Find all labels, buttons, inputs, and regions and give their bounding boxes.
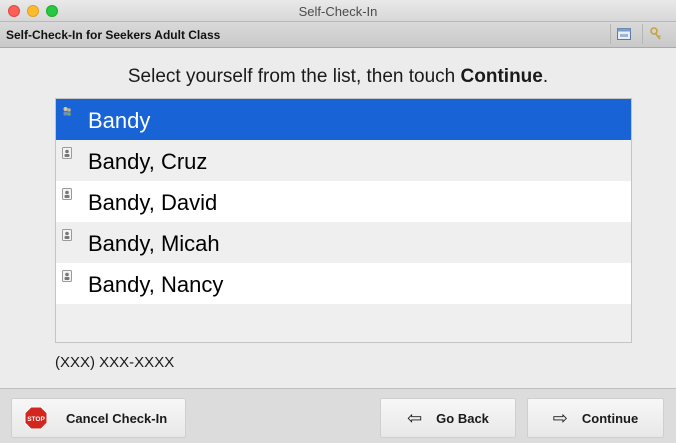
go-back-button[interactable]: ⇦ Go Back	[380, 398, 516, 438]
phone-number: (XXX) XXX-XXXX	[55, 354, 175, 371]
window-mode-button[interactable]	[610, 24, 636, 44]
person-icon	[62, 147, 72, 159]
page-title: Self-Check-In for Seekers Adult Class	[6, 28, 221, 42]
keys-button[interactable]	[642, 24, 668, 44]
cancel-check-in-button[interactable]: STOP Cancel Check-In	[11, 398, 186, 438]
stop-sign-text: STOP	[27, 416, 45, 423]
person-icon	[62, 188, 72, 200]
arrow-right-icon: ⇨	[552, 407, 568, 428]
list-item[interactable]: Bandy, Nancy	[56, 263, 631, 304]
footer-bar: STOP Cancel Check-In ⇦ Go Back ⇨ Continu…	[0, 388, 676, 443]
list-item-label: Bandy, Nancy	[88, 272, 224, 297]
list-item[interactable]: Bandy, Micah	[56, 222, 631, 263]
window-icon	[616, 28, 631, 40]
list-item[interactable]: Bandy, Cruz	[56, 140, 631, 181]
instruction-suffix: .	[542, 66, 549, 87]
instruction-text: Select yourself from the list, then touc…	[0, 66, 676, 88]
instruction-emphasis: Continue	[460, 66, 543, 87]
list-item-label: Bandy, Cruz	[88, 149, 208, 174]
person-icon	[62, 229, 72, 241]
person-icon	[62, 270, 72, 282]
person-list[interactable]: Bandy Bandy, Cruz Bandy, David Bandy, Mi…	[55, 98, 632, 343]
cancel-check-in-label: Cancel Check-In	[66, 410, 168, 426]
list-item-label: Bandy	[88, 108, 151, 133]
window-titlebar: Self-Check-In	[0, 0, 676, 22]
window-title: Self-Check-In	[298, 4, 378, 19]
continue-button[interactable]: ⇨ Continue	[527, 398, 664, 438]
go-back-label: Go Back	[436, 410, 489, 426]
list-item-label: Bandy, Micah	[88, 231, 220, 256]
list-item[interactable]: Bandy	[56, 99, 631, 140]
instruction-prefix: Select yourself from the list, then touc…	[127, 66, 461, 87]
arrow-left-icon: ⇦	[407, 407, 423, 428]
list-item[interactable]: Bandy, David	[56, 181, 631, 222]
empty-list-row	[56, 304, 631, 342]
stop-sign-icon: STOP	[24, 406, 48, 430]
header-bar: Self-Check-In for Seekers Adult Class	[0, 22, 676, 48]
family-icon	[63, 107, 71, 116]
key-icon	[649, 27, 661, 40]
continue-label: Continue	[581, 410, 639, 426]
list-item-label: Bandy, David	[88, 190, 218, 215]
